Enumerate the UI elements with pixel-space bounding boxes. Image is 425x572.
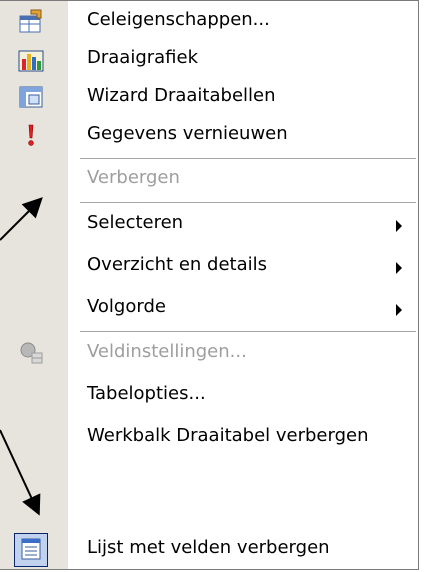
annotation-arrows: [0, 197, 43, 516]
annotation-arrow-toolbar: [0, 429, 41, 516]
annotation-arrow-refresh: [0, 197, 43, 241]
